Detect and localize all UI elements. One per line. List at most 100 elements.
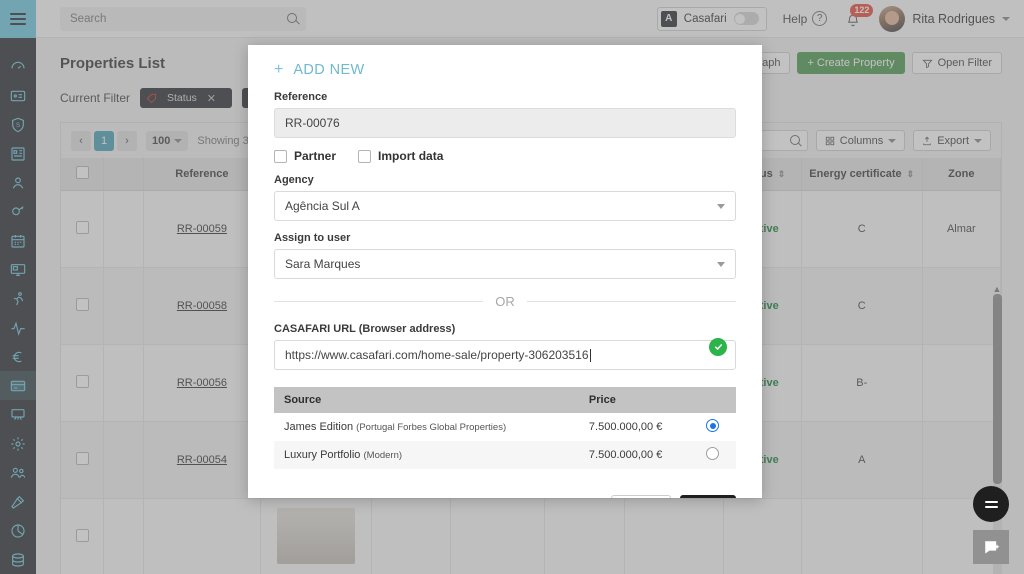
source-name: James Edition — [284, 421, 353, 433]
pagination-prev[interactable]: ‹ — [71, 131, 91, 151]
casafari-url-input[interactable]: https://www.casafari.com/home-sale/prope… — [274, 340, 736, 370]
casafari-label: Casafari — [684, 13, 727, 25]
sidebar-item-monitor[interactable] — [0, 255, 36, 284]
chevron-down-icon — [717, 204, 725, 209]
sidebar-item-euro[interactable] — [0, 342, 36, 371]
row-reference-cell[interactable]: RR-00059 — [144, 191, 260, 268]
columns-button[interactable]: Columns — [816, 130, 905, 151]
notifications-button[interactable]: 122 — [843, 8, 863, 30]
col-zone-label: Zone — [948, 168, 974, 180]
source-radio-selected[interactable] — [706, 419, 719, 432]
row-reference-cell[interactable]: RR-00054 — [144, 422, 260, 499]
partner-checkbox[interactable] — [274, 150, 287, 163]
row-select-cell[interactable] — [61, 345, 104, 422]
or-separator: OR — [274, 294, 736, 309]
row-select-cell[interactable] — [61, 268, 104, 345]
row-select-cell[interactable] — [61, 191, 104, 268]
sidebar-item-shield[interactable]: S — [0, 110, 36, 139]
export-button[interactable]: Export — [913, 130, 991, 151]
sidebar-item-credit-card[interactable] — [0, 371, 36, 400]
rows-per-page-select[interactable]: 100 — [146, 131, 188, 151]
sidebar-item-hammer[interactable] — [0, 487, 36, 516]
select-all-checkbox[interactable] — [76, 166, 89, 179]
partner-checkbox-item[interactable]: Partner — [274, 149, 336, 163]
reference-link[interactable]: RR-00054 — [177, 454, 227, 466]
import-data-checkbox-item[interactable]: Import data — [358, 149, 443, 163]
chevron-down-icon — [174, 139, 182, 143]
sidebar-item-person[interactable] — [0, 168, 36, 197]
row-checkbox[interactable] — [76, 375, 89, 388]
row-select-cell[interactable] — [61, 499, 104, 574]
scroll-up-arrow[interactable]: ▲ — [992, 284, 1002, 294]
col-spacer-1 — [104, 158, 144, 191]
sidebar-item-users[interactable] — [0, 458, 36, 487]
reference-value: RR-00076 — [285, 116, 340, 130]
reference-link[interactable]: RR-00056 — [177, 377, 227, 389]
global-search[interactable] — [60, 7, 306, 31]
row-reference-cell[interactable]: RR-00058 — [144, 268, 260, 345]
col-zone[interactable]: Zone — [922, 158, 1000, 191]
quick-actions-button[interactable] — [973, 486, 1009, 522]
sidebar-item-key-tag[interactable] — [0, 197, 36, 226]
row-reference-cell[interactable] — [144, 499, 260, 574]
reference-link[interactable]: RR-00058 — [177, 300, 227, 312]
assign-to-user-select[interactable]: Sara Marques — [274, 249, 736, 279]
reference-input[interactable]: RR-00076 — [274, 108, 736, 138]
agency-select[interactable]: Agência Sul A — [274, 191, 736, 221]
source-table-row[interactable]: Luxury Portfolio (Modern) 7.500.000,00 € — [274, 441, 736, 469]
col-energy[interactable]: Energy certificate⇕ — [801, 158, 922, 191]
plus-icon: + — [274, 62, 283, 78]
zone-value: Almar — [947, 223, 976, 235]
row-checkbox[interactable] — [76, 298, 89, 311]
row-checkbox[interactable] — [76, 221, 89, 234]
sidebar-item-presentation[interactable] — [0, 400, 36, 429]
row-checkbox[interactable] — [76, 452, 89, 465]
energy-value: B- — [856, 377, 867, 389]
chevron-down-icon — [1002, 17, 1010, 21]
create-property-button[interactable]: + Create Property — [797, 52, 904, 74]
sidebar-item-dashboard[interactable] — [0, 52, 36, 81]
table-row[interactable] — [61, 499, 1001, 574]
sidebar-item-building[interactable] — [0, 139, 36, 168]
source-radio[interactable] — [706, 447, 719, 460]
sidebar-item-pie-chart[interactable] — [0, 516, 36, 545]
filter-tag-close-icon[interactable]: ✕ — [207, 92, 216, 105]
source-table-row[interactable]: James Edition (Portugal Forbes Global Pr… — [274, 413, 736, 441]
sidebar-item-card[interactable] — [0, 81, 36, 110]
casafari-switch[interactable] — [734, 12, 759, 25]
source-select-cell[interactable] — [690, 413, 736, 441]
help-button[interactable]: Help ? — [783, 11, 828, 26]
import-data-checkbox[interactable] — [358, 150, 371, 163]
save-button[interactable]: Save — [680, 495, 736, 498]
property-thumbnail[interactable] — [277, 508, 355, 564]
row-extra-cell — [625, 499, 723, 574]
sidebar-item-activity[interactable] — [0, 313, 36, 342]
filter-tag-status[interactable]: Status ✕ — [140, 88, 232, 108]
sidebar-item-calendar[interactable] — [0, 226, 36, 255]
row-select-cell[interactable] — [61, 422, 104, 499]
row-reference-cell[interactable]: RR-00056 — [144, 345, 260, 422]
row-rooms-cell — [544, 499, 625, 574]
sidebar-toggle-button[interactable] — [0, 0, 36, 38]
row-photo-cell[interactable] — [260, 499, 372, 574]
pagination-page-1[interactable]: 1 — [94, 131, 114, 151]
sidebar-item-database[interactable] — [0, 545, 36, 574]
close-button[interactable]: Close — [611, 495, 670, 498]
select-all-header[interactable] — [61, 158, 104, 191]
user-menu[interactable]: Rita Rodrigues — [879, 6, 1010, 32]
reference-link[interactable]: RR-00059 — [177, 223, 227, 235]
source-select-cell[interactable] — [690, 441, 736, 469]
chat-support-button[interactable] — [973, 530, 1009, 564]
text-caret — [590, 349, 591, 362]
open-filter-button[interactable]: Open Filter — [912, 52, 1002, 74]
col-reference[interactable]: Reference — [144, 158, 260, 191]
casafari-toggle[interactable]: A Casafari — [657, 7, 767, 31]
sidebar-item-running[interactable] — [0, 284, 36, 313]
sidebar-item-settings[interactable] — [0, 429, 36, 458]
search-input[interactable] — [68, 12, 287, 26]
pagination-next[interactable]: › — [117, 131, 137, 151]
sort-icon[interactable]: ⇕ — [778, 169, 786, 180]
sort-icon[interactable]: ⇕ — [907, 169, 915, 180]
row-checkbox[interactable] — [76, 529, 89, 542]
scrollbar-thumb[interactable] — [993, 294, 1002, 484]
